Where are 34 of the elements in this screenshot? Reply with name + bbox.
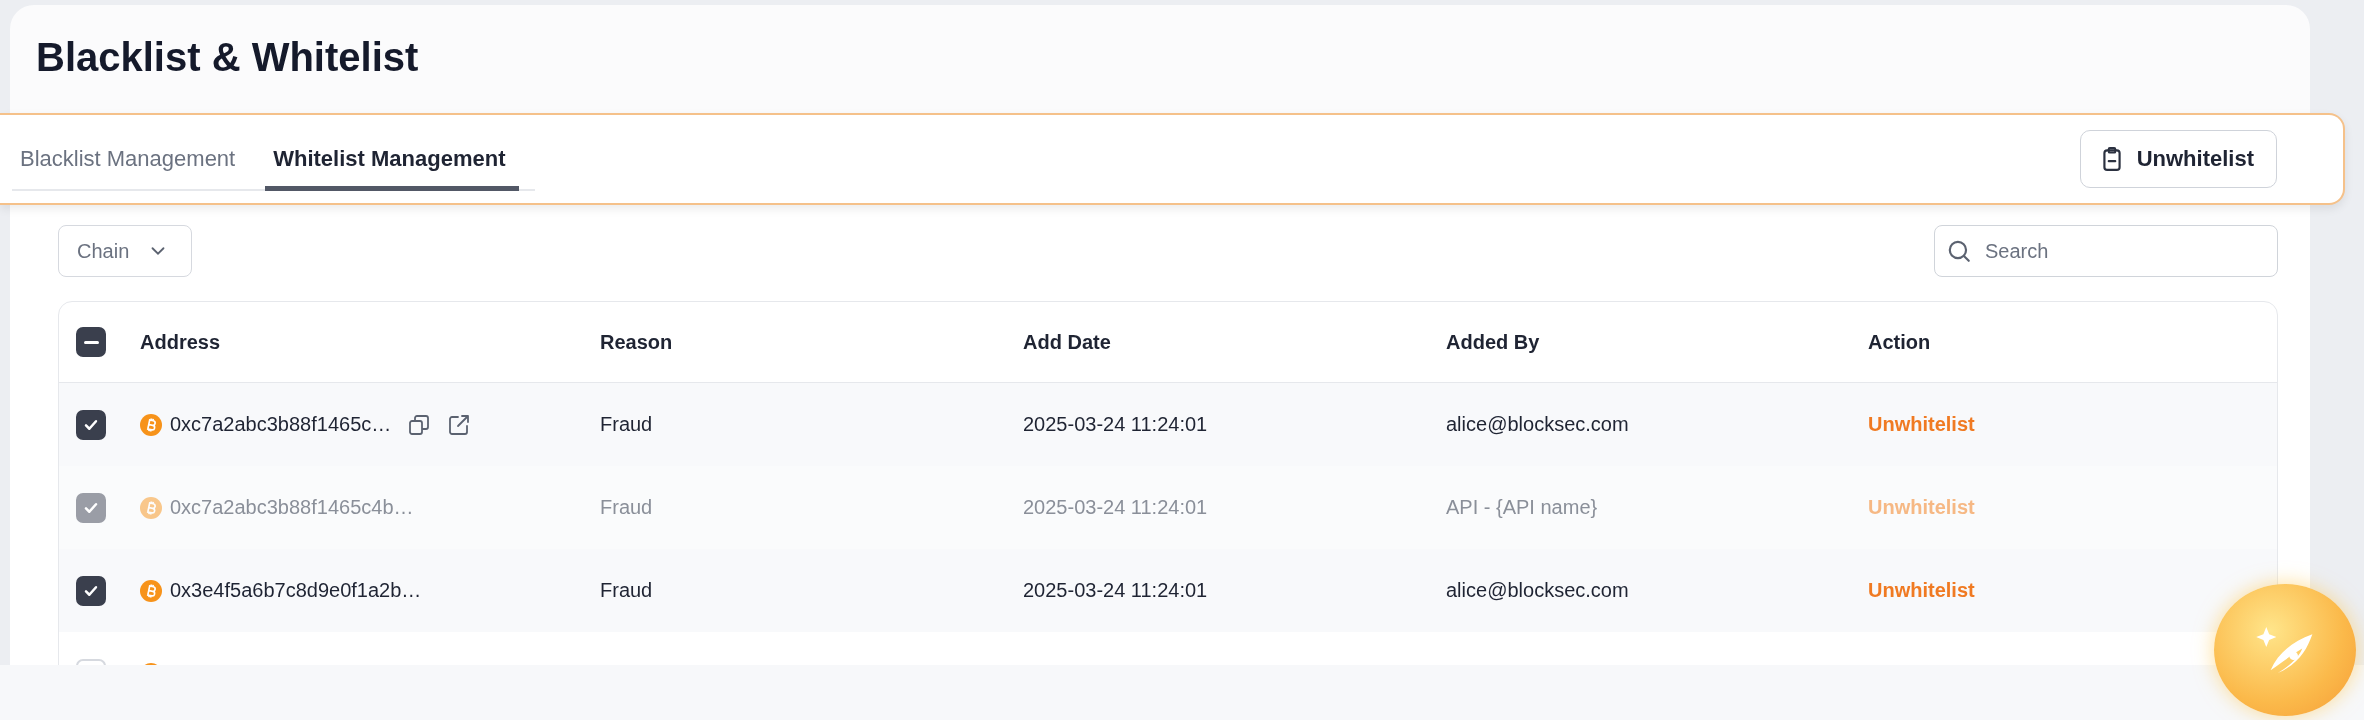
external-link-icon[interactable] [447, 412, 472, 437]
address-text: 0xc7a2abc3b88f1465c… [170, 413, 392, 436]
unwhitelist-link[interactable]: Unwhitelist [1868, 579, 1975, 602]
bitcoin-icon [140, 579, 162, 602]
reason-text: Fraud [600, 413, 653, 436]
copy-icon[interactable] [407, 412, 432, 437]
checkbox[interactable] [76, 409, 106, 440]
column-header: Reason [600, 330, 673, 354]
checkbox[interactable] [76, 327, 106, 357]
tab[interactable]: Whitelist Management [265, 146, 520, 191]
search-field[interactable]: Search [1934, 225, 2278, 277]
email-text: alice@blocksec.com [1446, 579, 1629, 602]
email-text: API - {API name} [1446, 496, 1598, 519]
minus-icon [83, 340, 99, 344]
date-text: 2025-03-24 11:24:01 [1023, 413, 1208, 436]
date-text: 2025-03-24 11:24:01 [1023, 579, 1208, 602]
unwhitelist-link[interactable]: Unwhitelist [1868, 413, 1975, 436]
date-text: 2025-03-24 11:24:01 [1023, 496, 1208, 519]
reason-text: Fraud [600, 579, 653, 602]
unwhitelist-button[interactable]: Unwhitelist [2079, 130, 2277, 188]
page-title: Blacklist & Whitelist [36, 35, 420, 80]
bitcoin-icon [140, 413, 162, 436]
address-text: 0x3e4f5a6b7c8d9e0f1a2b… [170, 579, 422, 602]
column-header: Added By [1446, 330, 1540, 354]
address-text: 0xc7a2abc3b88f1465c4b… [170, 496, 414, 519]
column-header: Action [1868, 330, 1931, 354]
bitcoin-icon [140, 496, 162, 519]
email-text: alice@blocksec.com [1446, 413, 1629, 436]
column-header: Address [140, 330, 221, 354]
tab[interactable]: Blacklist Management [12, 146, 250, 191]
checkbox[interactable] [76, 575, 106, 606]
chain-dropdown[interactable]: Chain [58, 225, 193, 277]
reason-text: Fraud [600, 496, 653, 519]
column-header: Add Date [1023, 330, 1111, 354]
